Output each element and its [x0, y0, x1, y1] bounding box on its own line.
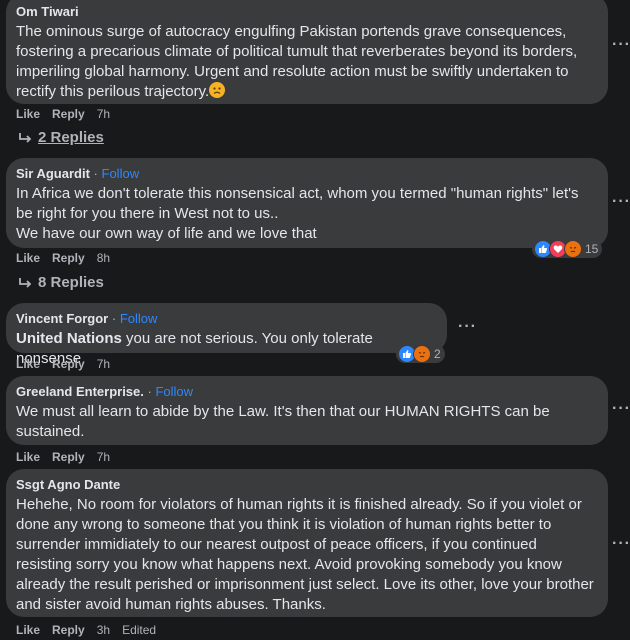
reply-button[interactable]: Reply [52, 450, 85, 464]
follow-button[interactable]: Follow [102, 166, 140, 181]
comment-bubble: Vincent Forgor · Follow United Nations y… [6, 303, 447, 367]
follow-button[interactable]: Follow [120, 311, 158, 326]
comment-bubble: Ssgt Agno Dante Hehehe, No room for viol… [6, 469, 608, 617]
reply-button[interactable]: Reply [52, 623, 85, 637]
more-options-icon[interactable]: ··· [612, 400, 630, 418]
reply-button[interactable]: Reply [52, 357, 85, 371]
like-button[interactable]: Like [16, 357, 40, 371]
reaction-count: 15 [585, 242, 599, 256]
comment-text: We must all learn to abide by the Law. I… [16, 403, 550, 440]
reply-arrow-icon [19, 132, 32, 143]
mention-link[interactable]: United Nations [16, 330, 122, 347]
comment-time[interactable]: 7h [97, 357, 110, 371]
comment-time[interactable]: 7h [97, 450, 110, 464]
comment-text: Hehehe, No room for violators of human r… [16, 496, 594, 613]
reply-button[interactable]: Reply [52, 251, 85, 265]
comment-actions: Like Reply 3h Edited [16, 623, 156, 637]
comment-sir-aguardit: Sir Aguardit · Follow In Africa we don't… [6, 158, 608, 248]
comment-actions: Like Reply 8h [16, 251, 110, 265]
comment-author[interactable]: Greeland Enterprise. [16, 384, 144, 399]
like-button[interactable]: Like [16, 251, 40, 265]
comment-author[interactable]: Sir Aguardit [16, 166, 90, 181]
comment-text: The ominous surge of autocracy engulfing… [16, 23, 578, 100]
reply-button[interactable]: Reply [52, 107, 85, 121]
reaction-count: 2 [434, 347, 441, 361]
comment-time[interactable]: 7h [97, 107, 110, 121]
like-button[interactable]: Like [16, 107, 40, 121]
comment-actions: Like Reply 7h [16, 450, 110, 464]
reply-arrow-icon [19, 277, 32, 288]
reaction-summary[interactable]: 15 [532, 240, 603, 258]
comment-text: In Africa we don't tolerate this nonsens… [16, 185, 579, 242]
comment-greeland-enterprise: Greeland Enterprise. · Follow We must al… [6, 376, 608, 445]
comment-bubble: Sir Aguardit · Follow In Africa we don't… [6, 158, 608, 248]
more-options-icon[interactable]: ··· [612, 535, 630, 553]
comment-actions: Like Reply 7h [16, 357, 110, 371]
comment-author[interactable]: Ssgt Agno Dante [16, 477, 596, 493]
comment-vincent-forgor: Vincent Forgor · Follow United Nations y… [6, 303, 447, 367]
follow-button[interactable]: Follow [155, 384, 193, 399]
comment-author[interactable]: Om Tiwari [16, 4, 596, 20]
comment-ssgt-agno-dante: Ssgt Agno Dante Hehehe, No room for viol… [6, 469, 608, 617]
comment-bubble: Om Tiwari The ominous surge of autocracy… [6, 0, 608, 104]
comment-time[interactable]: 3h [97, 623, 110, 637]
edited-label: Edited [122, 623, 157, 637]
view-replies-link[interactable]: 8 Replies [18, 274, 104, 291]
more-options-icon[interactable]: ··· [612, 36, 630, 54]
comment-actions: Like Reply 7h [16, 107, 110, 121]
comment-time[interactable]: 8h [97, 251, 110, 265]
comment-bubble: Greeland Enterprise. · Follow We must al… [6, 376, 608, 445]
more-options-icon[interactable]: ··· [458, 318, 477, 336]
like-button[interactable]: Like [16, 450, 40, 464]
comment-author[interactable]: Vincent Forgor [16, 311, 108, 326]
angry-reaction-icon [413, 345, 431, 363]
reaction-summary[interactable]: 2 [396, 345, 445, 363]
angry-reaction-icon [564, 240, 582, 258]
view-replies-link[interactable]: 2 Replies [18, 129, 104, 146]
comment-om-tiwari: Om Tiwari The ominous surge of autocracy… [6, 0, 608, 104]
frowning-face-emoji-icon [209, 82, 226, 98]
more-options-icon[interactable]: ··· [612, 193, 630, 211]
like-button[interactable]: Like [16, 623, 40, 637]
